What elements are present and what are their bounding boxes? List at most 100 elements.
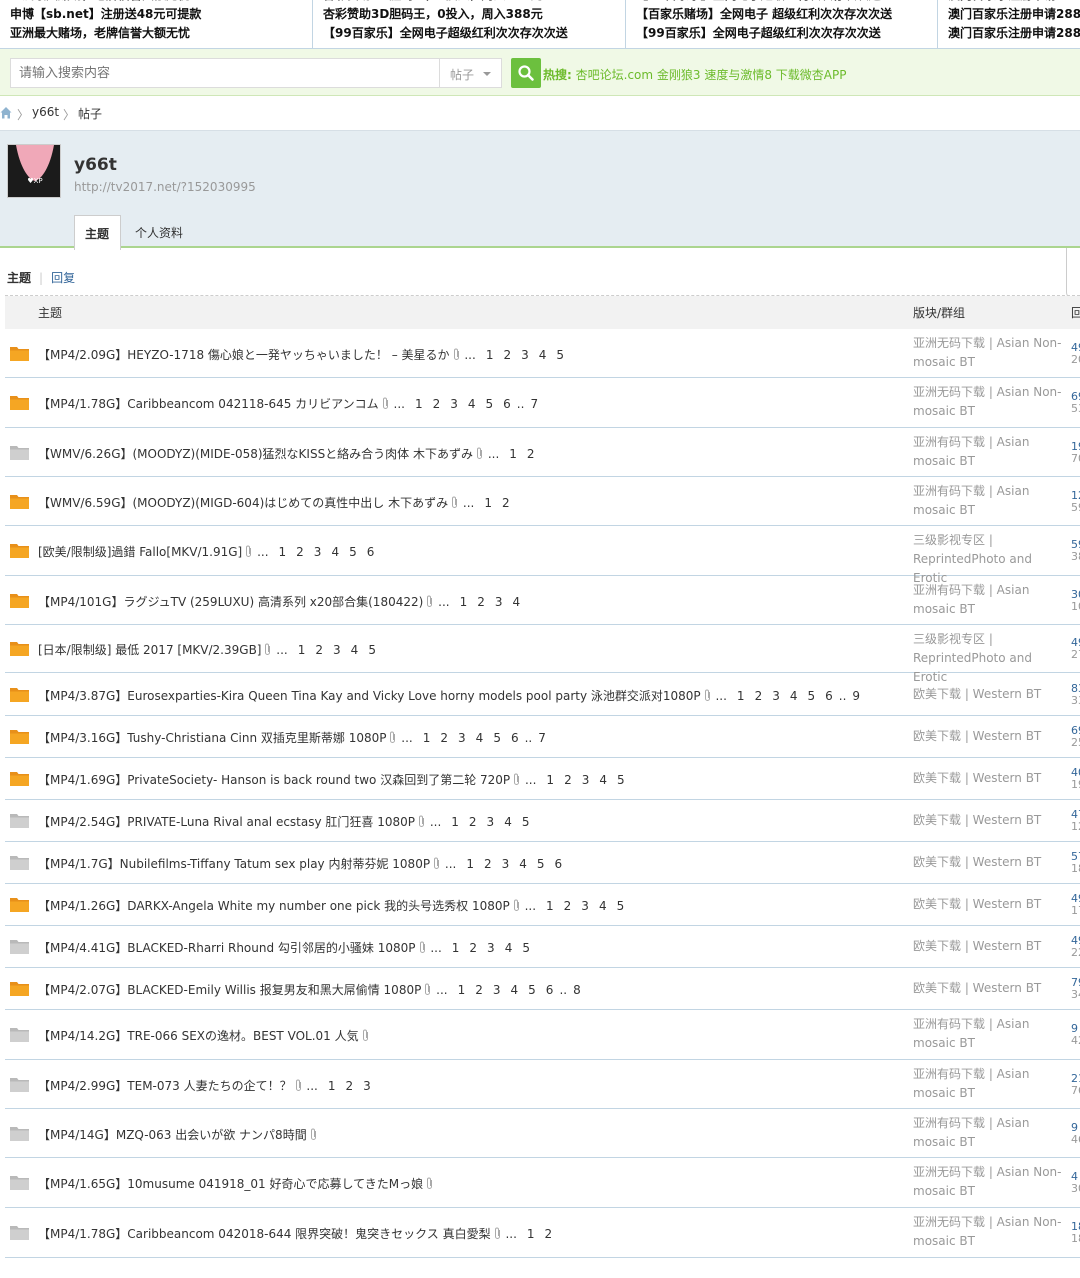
page-link[interactable]: 4 [468, 397, 476, 411]
page-link[interactable]: 6 [546, 983, 554, 997]
forum-link[interactable]: 欧美下载 | Western BT [913, 685, 1063, 704]
forum-link[interactable]: 亚洲有码下载 | Asian mosaic BT [913, 1015, 1063, 1053]
forum-link[interactable]: 欧美下载 | Western BT [913, 937, 1063, 956]
page-link[interactable]: 1 [486, 348, 494, 362]
folder-hot-icon[interactable] [10, 686, 29, 702]
ad-column[interactable]: 亚洲最大赌场，老牌信誉大额无忧 申博【sb.net】注册送48元可提款 亚洲最大… [0, 0, 313, 48]
table-row[interactable]: 【MP4/1.26G】DARKX-Angela White my number … [5, 884, 1080, 926]
page-link[interactable]: 3 [582, 773, 590, 787]
page-link[interactable]: 3 [487, 941, 495, 955]
page-link[interactable]: 1 [466, 857, 474, 871]
forum-link[interactable]: 欧美下载 | Western BT [913, 727, 1063, 746]
thread-title[interactable]: 【MP4/3.16G】Tushy-Christiana Cinn 双插克里斯蒂娜… [38, 731, 386, 745]
table-row[interactable]: 【MP4/1.65G】10musume 041918_01 好奇心で応募してきた… [5, 1158, 1080, 1208]
table-row[interactable]: 【MP4/2.09G】HEYZO-1718 傷心娘と一発ヤッちゃいました！ – … [5, 329, 1080, 378]
thread-title[interactable]: 【MP4/101G】ラグジュTV (259LUXU) 高清系列 x20部合集(1… [38, 595, 423, 609]
page-link[interactable]: 2 [564, 773, 572, 787]
page-link[interactable]: 1 [298, 643, 306, 657]
ad-line[interactable]: 澳门百家乐注册申请288 [948, 24, 1080, 43]
page-link[interactable]: 4 [476, 731, 484, 745]
page-link[interactable]: 6 [555, 857, 563, 871]
page-link[interactable]: 4 [539, 348, 547, 362]
ad-line[interactable]: 亚洲最大赌场，老牌信誉大额无忧 [10, 24, 312, 43]
forum-link[interactable]: 亚洲有码下载 | Asian mosaic BT [913, 1065, 1063, 1103]
page-link[interactable]: 4 [504, 815, 512, 829]
subtab-replies[interactable]: 回复 [51, 271, 75, 285]
forum-link[interactable]: 亚洲无码下载 | Asian Non-mosaic BT [913, 1163, 1063, 1201]
page-link[interactable]: 2 [503, 348, 511, 362]
ad-line[interactable]: 杏彩赞助3D胆码王，0投入，周入388元 [323, 5, 625, 24]
page-link[interactable]: 1 [452, 941, 460, 955]
page-link[interactable]: 6 [825, 689, 833, 703]
page-link[interactable]: 5 [556, 348, 564, 362]
page-link[interactable]: 1 [527, 1227, 535, 1241]
page-link[interactable]: 6 [511, 731, 519, 745]
page-link[interactable]: 2 [484, 857, 492, 871]
table-row[interactable]: 【MP4/2.07G】BLACKED-Emily Willis 报复男友和黑大屌… [5, 968, 1080, 1010]
page-link[interactable]: 6 [503, 397, 511, 411]
page-link[interactable]: 5 [522, 815, 530, 829]
ad-line[interactable]: 申博【sb.net】注册送48元可提款 [10, 5, 312, 24]
forum-link[interactable]: 亚洲无码下载 | Asian Non-mosaic BT [913, 1213, 1063, 1251]
table-row[interactable]: [欧美/限制级]過錯 Fallo[MKV/1.91G] ... 1 2 3 4 5 6 三级影… [5, 526, 1080, 585]
user-url[interactable]: http://tv2017.net/?152030995 [74, 180, 256, 194]
search-input[interactable] [10, 58, 440, 88]
folder-hot-icon[interactable] [10, 896, 29, 912]
table-row[interactable]: 【MP4/1.78G】Caribbeancom 042118-645 カリビアン… [5, 378, 1080, 428]
page-link[interactable]: 3 [495, 595, 503, 609]
page-link[interactable]: 3 [502, 857, 510, 871]
breadcrumb-user[interactable]: y66t [32, 105, 59, 119]
forum-link[interactable]: 欧美下载 | Western BT [913, 895, 1063, 914]
forum-link[interactable]: 欧美下载 | Western BT [913, 811, 1063, 830]
page-link[interactable]: 5 [493, 731, 501, 745]
home-icon[interactable] [0, 106, 12, 120]
page-link[interactable]: 5 [617, 899, 625, 913]
page-link[interactable]: 5 [349, 545, 357, 559]
folder-hot-icon[interactable] [10, 640, 29, 656]
page-link[interactable]: 2 [475, 983, 483, 997]
page-link[interactable]: 4 [331, 545, 339, 559]
folder-icon[interactable] [10, 1026, 29, 1042]
page-link[interactable]: 3 [333, 643, 341, 657]
folder-icon[interactable] [10, 1076, 29, 1092]
page-link[interactable]: 4 [599, 773, 607, 787]
ad-line[interactable]: 澳门百家乐注册申请288 [948, 5, 1080, 24]
forum-link[interactable]: 欧美下载 | Western BT [913, 853, 1063, 872]
page-link[interactable]: 3 [493, 983, 501, 997]
page-link[interactable]: 3 [458, 731, 466, 745]
folder-hot-icon[interactable] [10, 980, 29, 996]
thread-title[interactable]: 【MP4/1.69G】PrivateSociety- Hanson is bac… [38, 773, 510, 787]
ad-column[interactable]: 澳门百家乐注册申请288 澳门百家乐注册申请288 澳门百家乐注册申请288 [938, 0, 1080, 48]
table-row[interactable]: 【WMV/6.26G】(MOODYZ)(MIDE-058)猛烈なKISSと絡み合… [5, 428, 1080, 477]
forum-link[interactable]: 亚洲有码下载 | Asian mosaic BT [913, 581, 1063, 619]
search-type-select[interactable]: 帖子 [439, 58, 502, 88]
page-link[interactable]: 1 [509, 447, 517, 461]
folder-hot-icon[interactable] [10, 770, 29, 786]
thread-title[interactable]: 【MP4/1.7G】Nubilefilms-Tiffany Tatum sex … [38, 857, 430, 871]
ad-line[interactable]: 【百家乐赌场】全网电子 超级红利次次存次次送 [636, 5, 937, 24]
thread-title[interactable]: 【WMV/6.26G】(MOODYZ)(MIDE-058)猛烈なKISSと絡み合… [38, 447, 473, 461]
forum-link[interactable]: 亚洲无码下载 | Asian Non-mosaic BT [913, 383, 1063, 421]
thread-title[interactable]: 【MP4/2.07G】BLACKED-Emily Willis 报复男友和黑大屌… [38, 983, 421, 997]
page-link[interactable]: 3 [314, 545, 322, 559]
table-row[interactable]: 【MP4/2.54G】PRIVATE-Luna Rival anal ecsta… [5, 800, 1080, 842]
table-row[interactable]: 【MP4/14G】MZQ-063 出会いが欲 ナンパ8時間 亚洲有码下载 | As… [5, 1109, 1080, 1158]
table-row[interactable]: [日本/限制级] 最低 2017 [MKV/2.39GB] ... 1 2 3 4 5 三级… [5, 625, 1080, 684]
page-link[interactable]: 5 [537, 857, 545, 871]
page-link[interactable]: 2 [469, 941, 477, 955]
page-link[interactable]: 4 [519, 857, 527, 871]
page-link[interactable]: 3 [521, 348, 529, 362]
subtab-topics[interactable]: 主题 [7, 271, 31, 285]
page-link[interactable]: 2 [315, 643, 323, 657]
folder-icon[interactable] [10, 1125, 29, 1141]
folder-hot-icon[interactable] [10, 728, 29, 744]
table-row[interactable]: 【MP4/1.69G】PrivateSociety- Hanson is bac… [5, 758, 1080, 800]
thread-title[interactable]: [日本/限制级] 最低 2017 [MKV/2.39GB] [38, 643, 261, 657]
folder-icon[interactable] [10, 1224, 29, 1240]
tab-profile[interactable]: 个人资料 [125, 215, 193, 248]
folder-icon[interactable] [10, 444, 29, 460]
page-link[interactable]: 1 [423, 731, 431, 745]
thread-title[interactable]: 【MP4/2.99G】TEM-073 人妻たちの企て！？ [38, 1079, 292, 1093]
thread-title[interactable]: 【WMV/6.59G】(MOODYZ)(MIGD-604)はじめての真性中出し … [38, 496, 448, 510]
forum-link[interactable]: 欧美下载 | Western BT [913, 769, 1063, 788]
